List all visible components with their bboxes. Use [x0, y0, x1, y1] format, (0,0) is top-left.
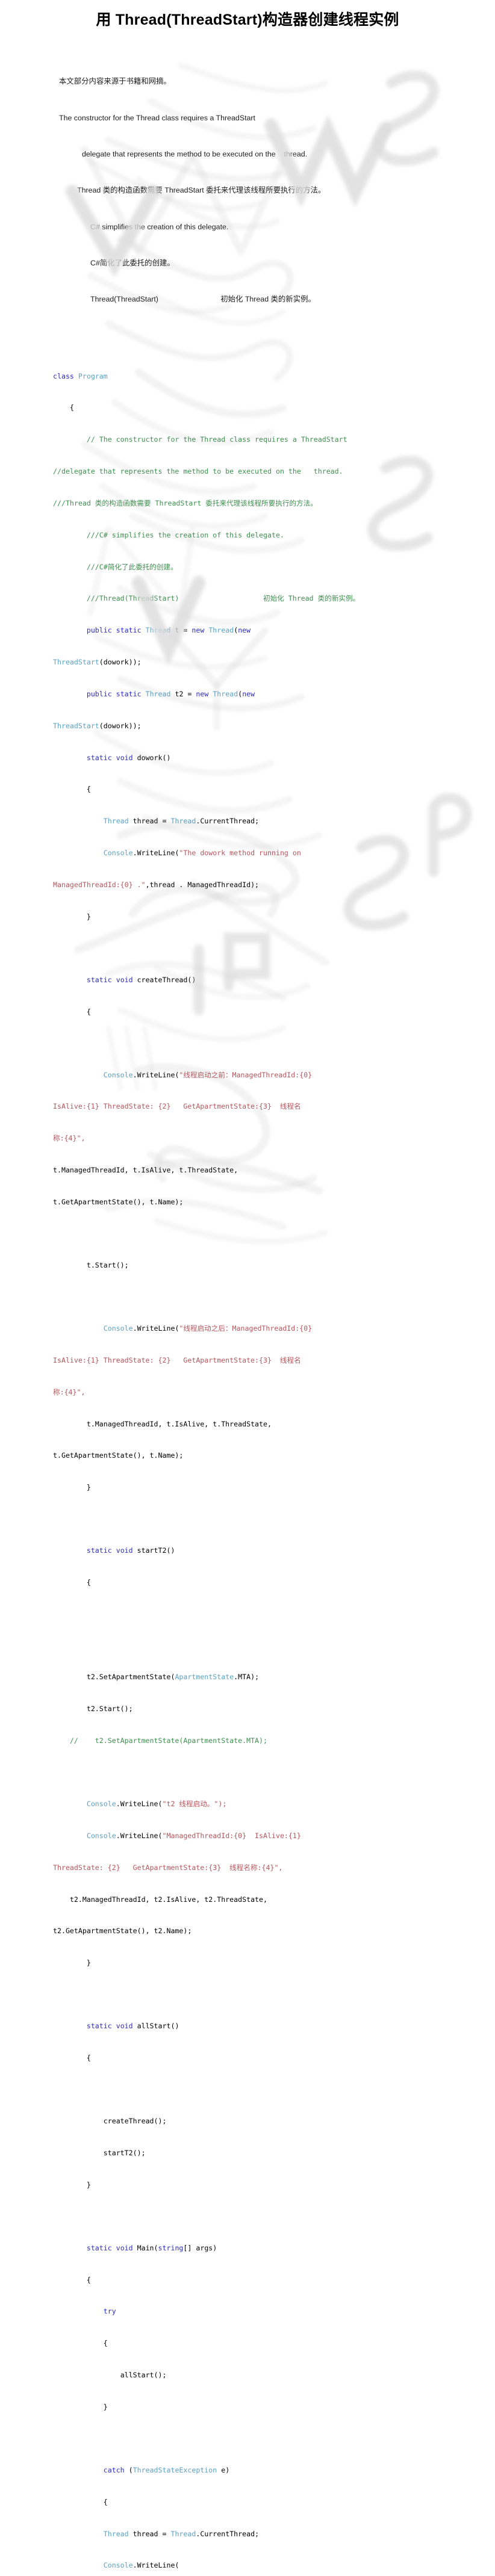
type-program: Program: [78, 371, 108, 380]
code-line: t2.SetApartmentState(ApartmentState.MTA)…: [53, 1673, 260, 1682]
code-line: static void dowork(): [86, 753, 171, 762]
code-line: t2.ManagedThreadId, t2.IsAlive, t2.Threa…: [53, 1895, 267, 1904]
code-line: Console.WriteLine("线程启动之前：ManagedThreadI…: [103, 1070, 313, 1079]
code-line: {: [53, 1578, 91, 1587]
code-line: Console.WriteLine("t2 线程启动。");: [86, 1800, 227, 1809]
document-page: 用 Thread(ThreadStart)构造器创建线程实例 本文部分内容来源于…: [0, 11, 495, 2576]
intro-line-4: Thread 类的构造函数需要 ThreadStart 委托来代理该线程所要执行…: [77, 186, 326, 195]
code-line: }: [53, 912, 91, 921]
code-line: ///Thread 类的构造函数需要 ThreadStart 委托来代理该线程所…: [53, 498, 317, 507]
code-line: 称:{4}",: [53, 1387, 86, 1396]
code-line: {: [53, 2275, 91, 2284]
code-line: createThread();: [53, 2117, 167, 2126]
code-line: {: [53, 2054, 91, 2063]
intro-line-5: C# simplifies the creation of this deleg…: [90, 222, 229, 231]
code-line: {: [53, 1007, 91, 1016]
code-line: static void Main(string[] args): [86, 2243, 217, 2252]
code-line: Thread thread = Thread.CurrentThread;: [103, 817, 260, 826]
code-line: t.Start();: [53, 1260, 129, 1269]
code-line: IsAlive:{1} ThreadState: {2} GetApartmen…: [53, 1102, 301, 1111]
intro-line-7: Thread(ThreadStart) 初始化 Thread 类的新实例。: [90, 295, 316, 304]
code-line: Console.WriteLine(: [103, 2561, 179, 2570]
page-title: 用 Thread(ThreadStart)构造器创建线程实例: [96, 11, 399, 28]
code-line: }: [53, 1958, 91, 1968]
code-line: // The constructor for the Thread class …: [53, 435, 347, 444]
code-line: t2.GetApartmentState(), t2.Name);: [53, 1927, 192, 1936]
code-line: ThreadStart(dowork));: [53, 658, 142, 667]
code-line: Thread thread = Thread.CurrentThread;: [103, 2529, 260, 2538]
code-line: ///C#简化了此委托的创建。: [53, 562, 178, 571]
intro-line-1: 本文部分内容来源于书籍和网摘。: [59, 77, 171, 86]
code-line: allStart();: [53, 2371, 167, 2380]
code-line: }: [53, 2402, 108, 2411]
code-line: Console.WriteLine("线程启动之后：ManagedThreadI…: [103, 1324, 313, 1333]
code-line: {: [53, 2339, 108, 2348]
code-line: class Program: [53, 371, 487, 382]
code-line: catch (ThreadStateException e): [103, 2465, 230, 2474]
code-line: IsAlive:{1} ThreadState: {2} GetApartmen…: [53, 1355, 301, 1364]
code-line: public static Thread t2 = new Thread(new: [86, 689, 255, 698]
code-line: }: [53, 1483, 91, 1492]
code-line: ThreadState: {2} GetApartmentState:{3} 线…: [53, 1863, 283, 1872]
code-line: t.GetApartmentState(), t.Name);: [53, 1197, 184, 1206]
code-line: public static Thread t = new Thread(new: [86, 626, 251, 635]
code-line: t.ManagedThreadId, t.IsAlive, t.ThreadSt…: [53, 1166, 238, 1175]
code-line: t.GetApartmentState(), t.Name);: [53, 1451, 184, 1460]
code-line: {: [53, 403, 74, 412]
code-line: }: [53, 2180, 91, 2189]
code-line: ///C# simplifies the creation of this de…: [53, 530, 284, 539]
intro-line-3: delegate that represents the method to b…: [82, 150, 308, 158]
code-line: ThreadStart(dowork));: [53, 721, 142, 730]
intro-line-6: C#简化了此委托的创建。: [90, 258, 175, 267]
kw-class: class: [53, 371, 74, 380]
code-line: Console.WriteLine("ManagedThreadId:{0} I…: [86, 1831, 301, 1840]
code-line: static void allStart(): [86, 2022, 179, 2031]
code-line: {: [53, 2497, 108, 2506]
intro-line-2: The constructor for the Thread class req…: [59, 113, 255, 122]
code-line: //delegate that represents the method to…: [53, 467, 343, 476]
code-line: 称:{4}",: [53, 1134, 86, 1143]
code-line: t2.Start();: [53, 1704, 133, 1714]
code-line: static void createThread(): [86, 975, 196, 984]
code-line: startT2();: [53, 2148, 146, 2157]
intro-paragraph: 本文部分内容来源于书籍和网摘。 The constructor for the …: [0, 51, 495, 329]
code-line: Console.WriteLine("The dowork method run…: [103, 849, 301, 858]
code-line: // t2.SetApartmentState(ApartmentState.M…: [53, 1736, 267, 1745]
code-block: class Program { // The constructor for t…: [0, 350, 495, 2576]
code-line: t.ManagedThreadId, t.IsAlive, t.ThreadSt…: [53, 1419, 272, 1428]
code-line: ManagedThreadId:{0} .",thread . ManagedT…: [53, 880, 260, 889]
code-line: try: [103, 2307, 116, 2316]
code-line: static void startT2(): [86, 1546, 175, 1555]
code-line: {: [53, 785, 91, 794]
code-line: ///Thread(ThreadStart) 初始化 Thread 类的新实例。: [53, 594, 360, 603]
